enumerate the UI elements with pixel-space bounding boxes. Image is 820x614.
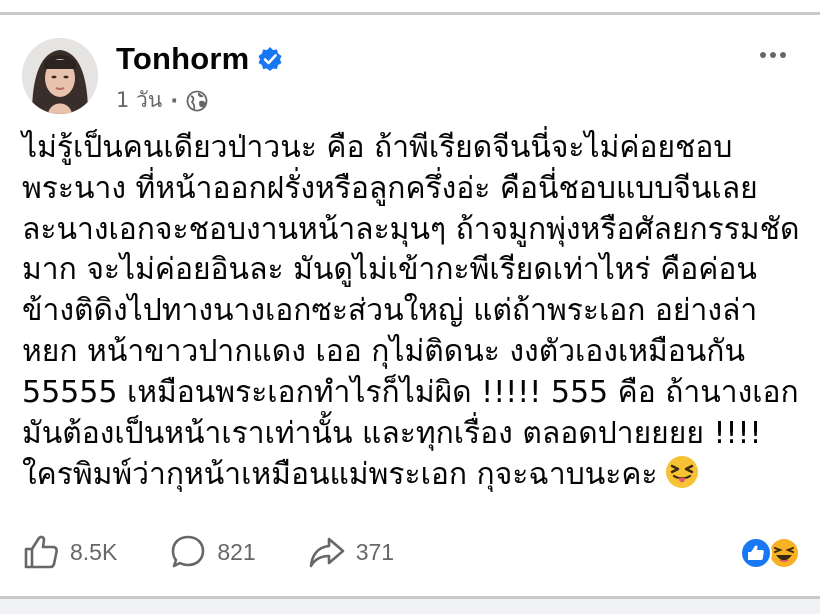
verified-badge-icon (257, 46, 283, 72)
squinting-tongue-emoji-icon (664, 454, 700, 490)
post-text-line: ละนางเอกจะชอบงานหน้าละมุนๆ ถ้าจมูกพุ่งหร… (22, 211, 800, 247)
author-name[interactable]: Tonhorm (116, 41, 249, 77)
more-options-button[interactable] (760, 52, 786, 58)
comment-button[interactable]: 821 (169, 533, 256, 571)
author-avatar[interactable] (22, 38, 98, 114)
post-text-line: ใครพิมพ์ว่ากุหน้าเหมือนแม่พระเอก กุจะฉาบ… (22, 457, 658, 493)
post-text-line: พระนาง ที่หน้าออกฝรั่งหรือลูกครึ่งอ่ะ คื… (22, 170, 758, 206)
post-text-line: หยก หน้าขาวปากแดง เออ กุไม่ติดนะ งงตัวเอ… (22, 333, 745, 369)
comment-count: 821 (217, 538, 256, 565)
like-count: 8.5K (70, 538, 118, 565)
reaction-summary[interactable] (736, 536, 802, 570)
dot-icon (760, 52, 766, 58)
share-count: 371 (355, 538, 395, 565)
thumbs-up-icon (24, 535, 58, 569)
post-text: ไม่รู้เป็นคนเดียวป่าวนะ คือ ถ้าพีเรียดจี… (22, 128, 802, 495)
dot-icon (780, 52, 786, 58)
like-reaction-icon (740, 537, 772, 569)
post-text-line: ข้างติดิงไปทางนางเอกซะส่วนใหญ่ แต่ถ้าพระ… (22, 293, 758, 329)
frame-top-border (0, 12, 820, 15)
post-actions: 8.5K 821 371 (22, 533, 446, 571)
dot-icon (770, 52, 776, 58)
post-time[interactable]: 1 วัน (116, 84, 162, 117)
globe-icon[interactable] (186, 90, 208, 112)
comment-bubble-icon (172, 535, 205, 568)
feed-background-strip (0, 599, 820, 614)
post-text-line: 55555 เหมือนพระเอกทำไรก็ไม่ผิด !!!!! 555… (22, 374, 799, 410)
haha-reaction-icon (768, 537, 800, 569)
post-text-line: มันต้องเป็นหน้าเราเท่านั้น และทุกเรื่อง … (22, 415, 762, 451)
share-arrow-icon (309, 537, 345, 568)
share-button[interactable]: 371 (308, 533, 394, 571)
post-header: Tonhorm (116, 41, 283, 77)
like-button[interactable]: 8.5K (22, 533, 117, 571)
post-text-line-last: ใครพิมพ์ว่ากุหน้าเหมือนแม่พระเอก กุจะฉาบ… (22, 454, 802, 495)
post-text-line: ไม่รู้เป็นคนเดียวป่าวนะ คือ ถ้าพีเรียดจี… (22, 130, 733, 165)
post-text-line: มาก จะไม่ค่อยอินละ มันดูไม่เข้ากะพีเรียด… (22, 252, 757, 288)
post-meta: 1 วัน · (116, 84, 208, 117)
meta-separator: · (170, 88, 179, 113)
